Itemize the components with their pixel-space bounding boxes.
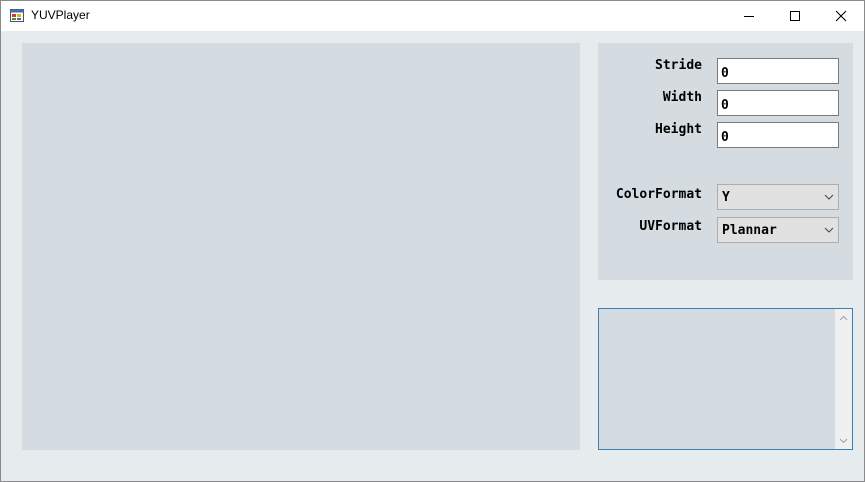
chevron-down-icon <box>839 438 848 443</box>
maximize-button[interactable] <box>772 1 818 31</box>
color-format-select[interactable]: Y <box>717 184 839 210</box>
close-button[interactable] <box>818 1 864 31</box>
stride-input[interactable] <box>717 58 839 84</box>
minimize-button[interactable] <box>726 1 772 31</box>
uv-format-label: UVFormat <box>639 219 702 234</box>
maximize-icon <box>790 11 800 21</box>
scroll-up-button[interactable] <box>835 309 852 326</box>
width-input[interactable] <box>717 90 839 116</box>
log-textbox[interactable] <box>598 308 853 450</box>
minimize-icon <box>744 16 754 17</box>
close-icon <box>835 10 847 22</box>
width-label: Width <box>662 90 702 105</box>
chevron-down-icon <box>824 227 834 233</box>
scroll-down-button[interactable] <box>835 432 852 449</box>
height-input[interactable] <box>717 122 839 148</box>
stride-label: Stride <box>655 58 702 73</box>
vertical-scrollbar[interactable] <box>835 309 852 449</box>
video-display-panel <box>22 43 580 450</box>
main-window: YUVPlayer Stride Width Height ColorForma… <box>0 0 865 482</box>
settings-panel: Stride Width Height ColorFormat Y UVForm… <box>598 43 853 280</box>
color-format-label: ColorFormat <box>615 187 702 202</box>
uv-format-value: Plannar <box>722 223 777 238</box>
app-window-icon <box>10 9 24 22</box>
color-format-value: Y <box>722 190 730 205</box>
window-title: YUVPlayer <box>31 8 90 22</box>
uv-format-select[interactable]: Plannar <box>717 217 839 243</box>
height-label: Height <box>655 122 702 137</box>
title-bar[interactable]: YUVPlayer <box>1 1 864 31</box>
chevron-down-icon <box>824 194 834 200</box>
chevron-up-icon <box>839 315 848 320</box>
